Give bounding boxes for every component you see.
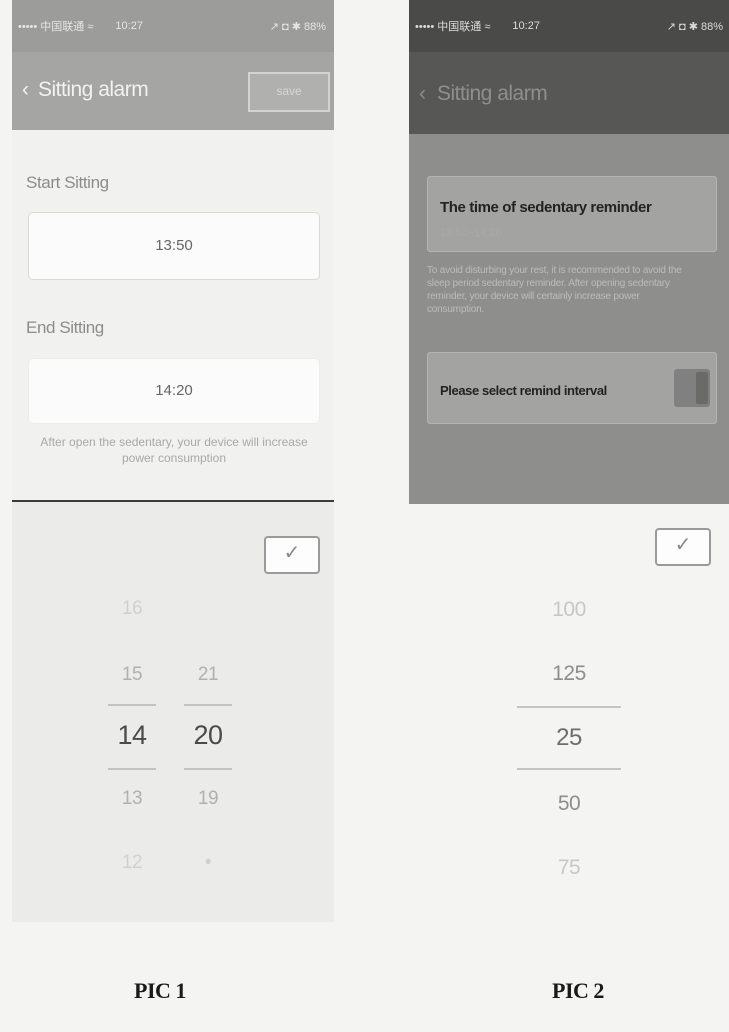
interval-option[interactable]: 125 [539,662,599,686]
nav-bar: ‹ Sitting alarm [409,52,729,134]
picker-line [184,768,232,770]
check-icon[interactable]: ✓ [264,536,320,574]
power-note: After open the sedentary, your device wi… [40,435,308,465]
interval-option[interactable]: 100 [539,598,599,622]
interval-option[interactable]: 75 [539,856,599,880]
nav-bar: ‹ Sitting alarm save [12,52,334,130]
back-icon[interactable]: ‹ [22,78,29,102]
page-title: Sitting alarm [38,78,149,101]
toggle-knob [696,372,708,404]
interval-toggle[interactable] [674,369,710,407]
reminder-range: 13:50~14:20 [440,227,502,239]
reminder-title: The time of sedentary reminder [440,199,652,216]
status-time: 10:27 [512,20,540,32]
check-icon[interactable]: ✓ [655,528,711,566]
caption-pic1: PIC 1 [134,978,186,1003]
caption-pic2: PIC 2 [552,978,604,1003]
page-title: Sitting alarm [437,82,548,105]
save-button[interactable]: save [248,72,330,112]
picker-line [517,768,621,770]
picker-line [108,768,156,770]
screenshot-pic2: ••••• 中国联通 ≈ 10:27 ↗ ◘ ✱ 88% ‹ Sitting a… [409,0,729,1032]
back-icon[interactable]: ‹ [419,82,426,106]
status-carrier: ••••• 中国联通 ≈ [18,21,94,33]
start-sitting-label: Start Sitting [26,173,109,192]
end-time-field[interactable]: 14:20 [28,358,320,424]
picker-line [108,704,156,706]
reminder-description: To avoid disturbing your rest, it is rec… [427,265,682,315]
hour-option[interactable]: 12 [110,852,154,874]
interval-option[interactable]: 50 [539,792,599,816]
status-right: ↗ ◘ ✱ 88% [666,20,723,33]
reminder-time-card[interactable]: The time of sedentary reminder 13:50~14:… [427,176,717,252]
picker-line [517,706,621,708]
end-sitting-label: End Sitting [26,318,104,337]
start-time-field[interactable]: 13:50 [28,212,320,280]
minute-option[interactable]: 21 [186,664,230,686]
screenshot-pic1: ••••• 中国联通 ≈ 10:27 ↗ ◘ ✱ 88% ‹ Sitting a… [12,0,334,922]
hour-option[interactable]: 15 [110,664,154,686]
status-bar: ••••• 中国联通 ≈ 10:27 ↗ ◘ ✱ 88% [12,0,334,52]
status-carrier: ••••• 中国联通 ≈ [415,21,491,33]
hour-option[interactable]: 16 [110,598,154,620]
time-picker[interactable]: ✓ 16 15 14 13 12 21 20 19 • [12,502,334,922]
hour-selected[interactable]: 14 [110,720,154,751]
minute-option[interactable]: 19 [186,788,230,810]
interval-selected[interactable]: 25 [539,724,599,752]
interval-row[interactable]: Please select remind interval [427,352,717,424]
minute-option[interactable]: • [186,852,230,874]
status-right: ↗ ◘ ✱ 88% [269,20,326,33]
hour-option[interactable]: 13 [110,788,154,810]
interval-label: Please select remind interval [440,383,607,398]
minute-selected[interactable]: 20 [186,720,230,751]
status-bar: ••••• 中国联通 ≈ 10:27 ↗ ◘ ✱ 88% [409,0,729,52]
picker-line [184,704,232,706]
settings-panel: The time of sedentary reminder 13:50~14:… [409,134,729,504]
status-time: 10:27 [115,20,143,32]
